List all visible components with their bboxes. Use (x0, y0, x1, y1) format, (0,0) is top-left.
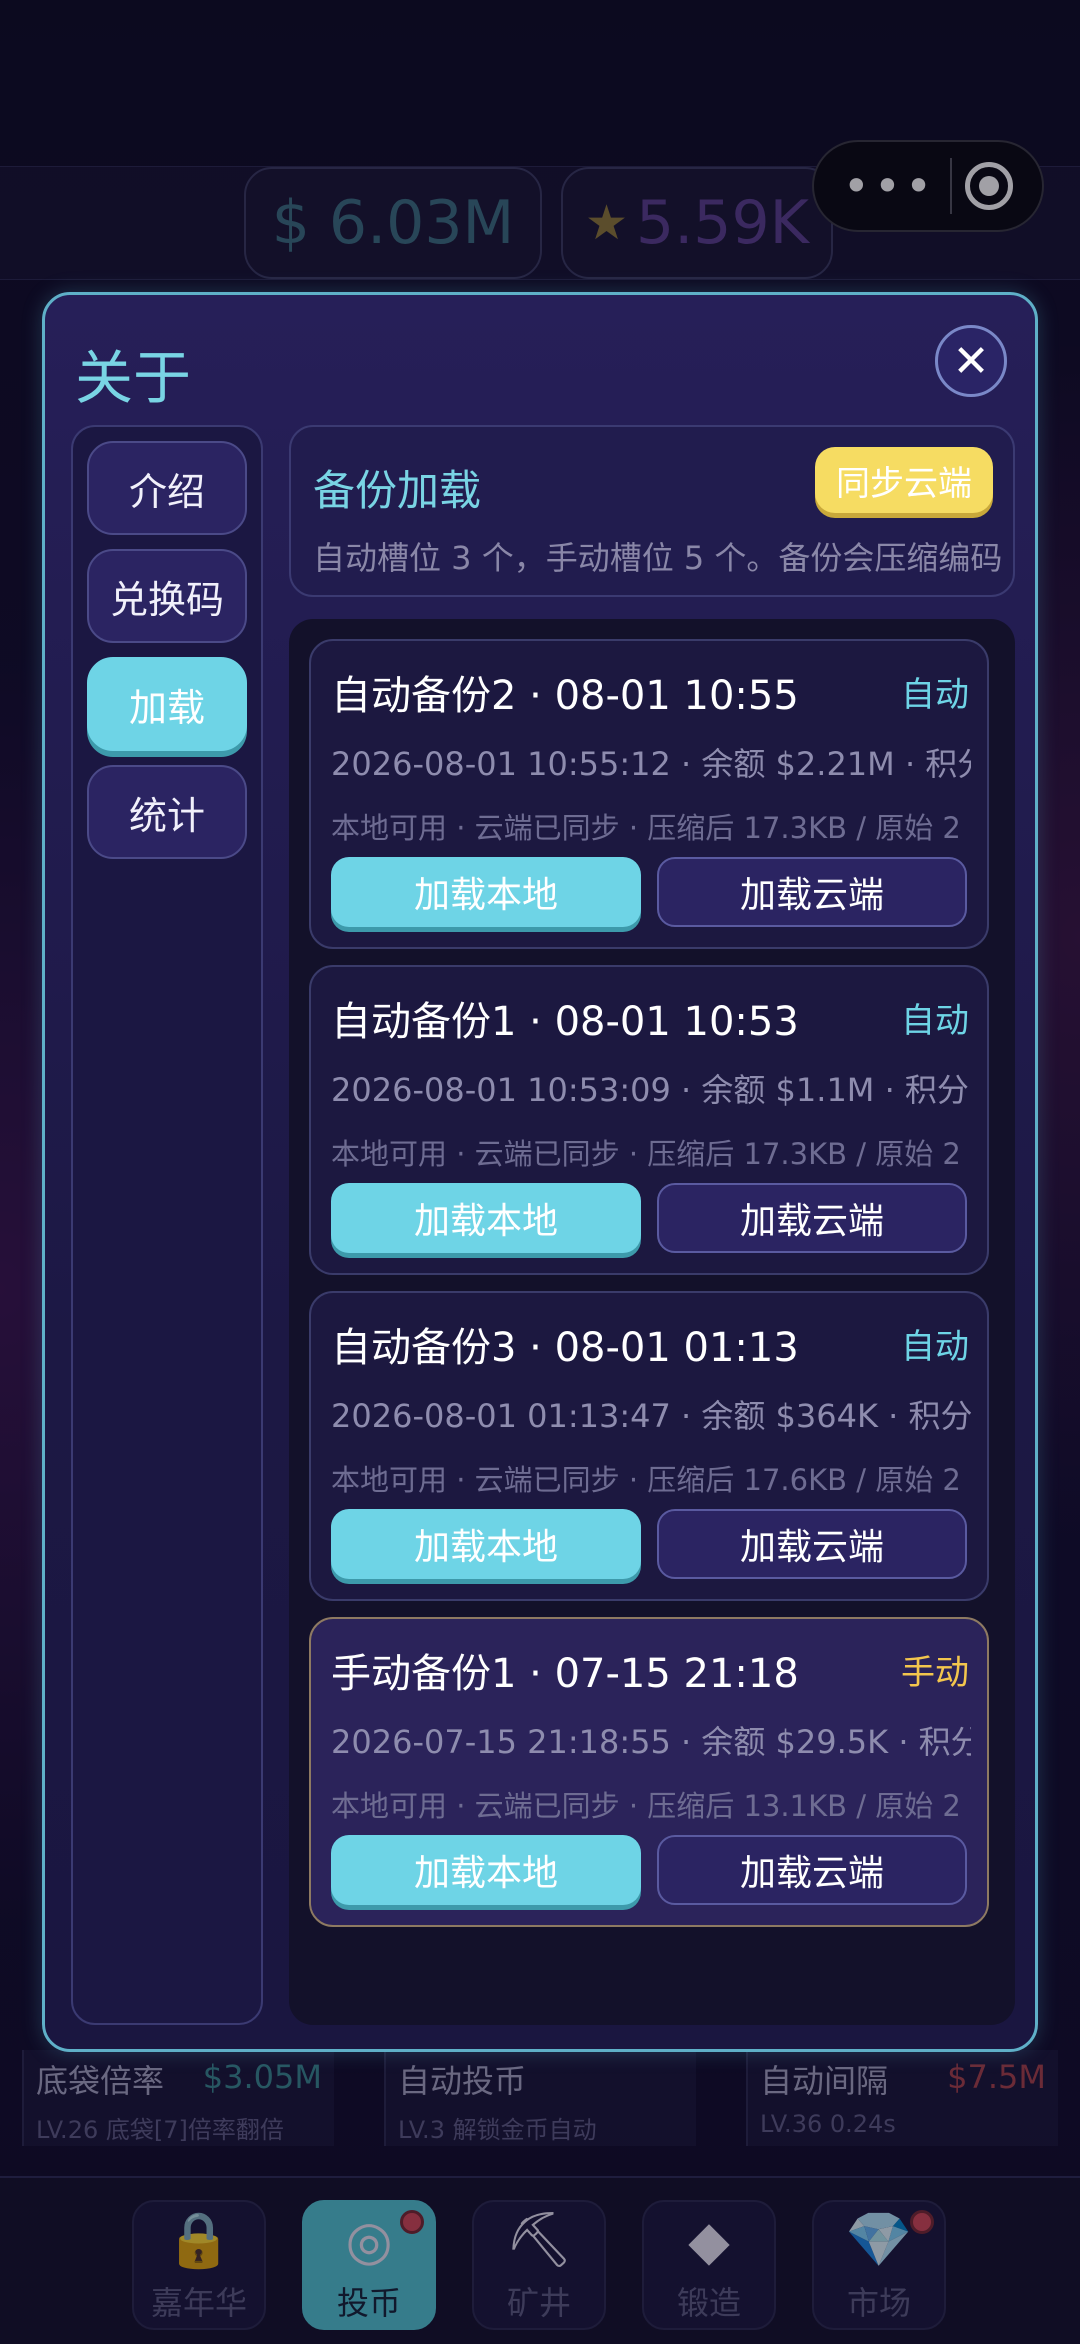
tab-1[interactable]: 兑换码 (87, 549, 247, 643)
modal-title: 关于 (75, 344, 192, 412)
load-local-button[interactable]: 加载本地 (331, 1835, 641, 1905)
backup-slot-card: 自动备份2 · 08-01 10:55 自动 2026-08-01 10:55:… (309, 639, 989, 949)
tab-3[interactable]: 统计 (87, 765, 247, 859)
modal-sidebar: 介绍 兑换码 加载 统计 (71, 425, 263, 2025)
slot-type-badge: 手动 (901, 1653, 969, 1693)
slot-status: 本地可用 · 云端已同步 · 压缩后 17.3KB / 原始 2 (331, 811, 961, 845)
backup-description: 自动槽位 3 个，手动槽位 5 个。备份会压缩编码 (313, 539, 1003, 577)
slot-status: 本地可用 · 云端已同步 · 压缩后 17.3KB / 原始 2 (331, 1137, 961, 1171)
backup-panel: 备份加载 同步云端 自动槽位 3 个，手动槽位 5 个。备份会压缩编码 自动备份… (289, 425, 1015, 2025)
section-title: 备份加载 (313, 466, 482, 515)
backup-header-card: 备份加载 同步云端 自动槽位 3 个，手动槽位 5 个。备份会压缩编码 (289, 425, 1015, 597)
slot-type-badge: 自动 (901, 1327, 969, 1367)
slot-detail: 2026-08-01 10:53:09 · 余额 $1.1M · 积分 5. (331, 1071, 971, 1109)
slot-status: 本地可用 · 云端已同步 · 压缩后 13.1KB / 原始 2 (331, 1789, 961, 1823)
load-cloud-button[interactable]: 加载云端 (657, 857, 967, 927)
sync-cloud-button[interactable]: 同步云端 (815, 447, 993, 513)
backup-slot-card: 手动备份1 · 07-15 21:18 手动 2026-07-15 21:18:… (309, 1617, 989, 1927)
close-icon: ✕ (952, 335, 990, 387)
slot-name: 自动备份3 · 08-01 01:13 (331, 1325, 799, 1371)
game-screen: $ 6.03M ★ 5.59K ••• 底袋倍率 $3.05M LV.26 底袋… (0, 0, 1080, 2344)
close-button[interactable]: ✕ (935, 325, 1007, 397)
slot-name: 手动备份1 · 07-15 21:18 (331, 1651, 799, 1697)
backup-slot-card: 自动备份1 · 08-01 10:53 自动 2026-08-01 10:53:… (309, 965, 989, 1275)
backup-slot-list[interactable]: 自动备份2 · 08-01 10:55 自动 2026-08-01 10:55:… (289, 619, 1015, 2025)
backup-slot-card: 自动备份3 · 08-01 01:13 自动 2026-08-01 01:13:… (309, 1291, 989, 1601)
slot-status: 本地可用 · 云端已同步 · 压缩后 17.6KB / 原始 2 (331, 1463, 961, 1497)
tab-0[interactable]: 介绍 (87, 441, 247, 535)
load-local-button[interactable]: 加载本地 (331, 857, 641, 927)
load-cloud-button[interactable]: 加载云端 (657, 1183, 967, 1253)
load-cloud-button[interactable]: 加载云端 (657, 1509, 967, 1579)
slot-detail: 2026-08-01 01:13:47 · 余额 $364K · 积分 5 (331, 1397, 971, 1435)
tab-2[interactable]: 加载 (87, 657, 247, 751)
about-modal: 关于 ✕ 介绍兑换码加载统计 备份加载 同步云端 自动槽位 3 个，手动槽位 5… (42, 292, 1038, 2052)
slot-name: 自动备份1 · 08-01 10:53 (331, 999, 799, 1045)
slot-name: 自动备份2 · 08-01 10:55 (331, 673, 799, 719)
slot-type-badge: 自动 (901, 1001, 969, 1041)
load-cloud-button[interactable]: 加载云端 (657, 1835, 967, 1905)
slot-type-badge: 自动 (901, 675, 969, 715)
load-local-button[interactable]: 加载本地 (331, 1183, 641, 1253)
load-local-button[interactable]: 加载本地 (331, 1509, 641, 1579)
slot-detail: 2026-07-15 21:18:55 · 余额 $29.5K · 积分 3 (331, 1723, 971, 1761)
slot-detail: 2026-08-01 10:55:12 · 余额 $2.21M · 积分 5.5… (331, 745, 971, 783)
